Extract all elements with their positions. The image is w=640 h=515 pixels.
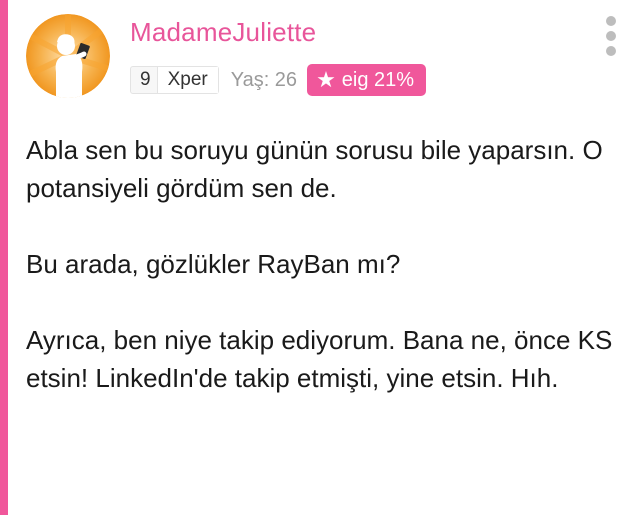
avatar[interactable] <box>26 14 110 98</box>
level-number: 9 <box>140 69 151 90</box>
star-icon: ★ <box>316 67 336 92</box>
level-label: Xper <box>156 67 218 93</box>
woman-reading-icon <box>26 14 110 98</box>
post-body: Abla sen bu soruyu günün sorusu bile yap… <box>26 131 626 435</box>
user-age: Yaş: 26 <box>230 68 298 91</box>
post-paragraph: Abla sen bu soruyu günün sorusu bile yap… <box>26 135 603 203</box>
username[interactable]: MadameJuliette <box>130 17 316 48</box>
post-paragraph: Ayrıca, ben niye takip ediyorum. Bana ne… <box>26 325 613 393</box>
level-box: 9 Xper <box>130 66 219 94</box>
left-accent-bar <box>0 0 8 515</box>
eig-badge: ★ eig 21% <box>307 64 427 96</box>
badge-text: eig 21% <box>341 68 415 91</box>
user-meta-row: 9 Xper Yaş: 26 ★ eig 21% <box>130 64 427 96</box>
more-vertical-icon[interactable] <box>602 16 620 56</box>
post-paragraph: Bu arada, gözlükler RayBan mı? <box>26 249 401 279</box>
